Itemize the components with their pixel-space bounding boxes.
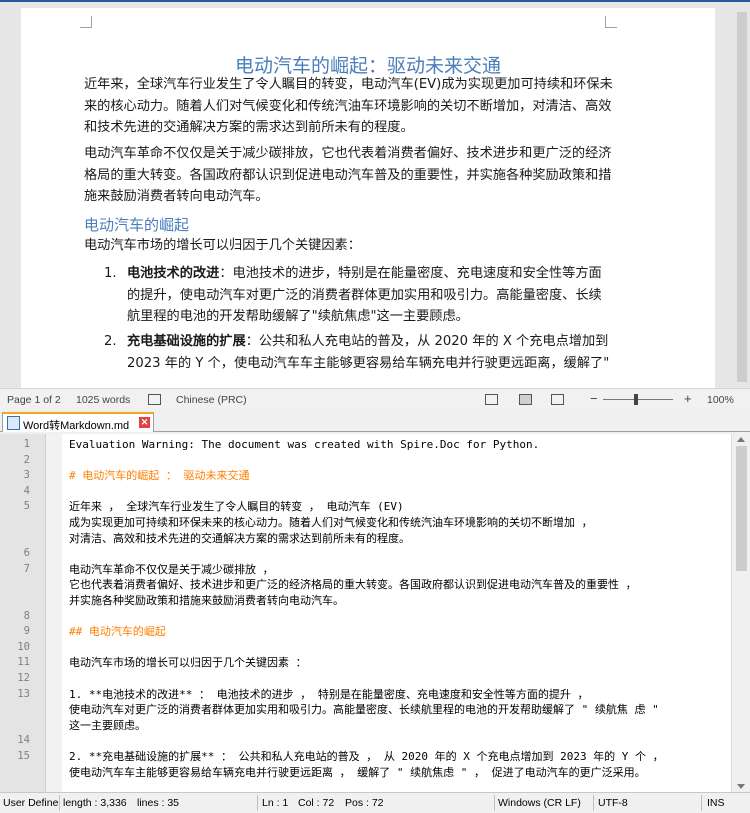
- line-number: 2: [23, 453, 30, 466]
- code-line[interactable]: 对清洁、高效和技术先进的交通解决方案的需求达到前所未有的程度。: [69, 531, 729, 547]
- document-length: length : 3,336: [63, 797, 127, 809]
- page-margin-corner-left: [80, 16, 92, 28]
- line-number: 11: [17, 656, 30, 669]
- line-number: 9: [23, 625, 30, 638]
- line-count: lines : 35: [137, 797, 180, 809]
- word-count[interactable]: 1025 words: [76, 394, 130, 406]
- code-line[interactable]: # 电动汽车的崛起 ： 驱动未来交通: [69, 468, 729, 484]
- line-number: 5: [23, 500, 30, 513]
- word-status-bar: Page 1 of 2 1025 words Chinese (PRC) − +…: [0, 388, 750, 410]
- scroll-down-icon[interactable]: [737, 784, 745, 789]
- status-separator: [701, 795, 702, 811]
- code-line[interactable]: 1. **电池技术的改进** ： 电池技术的进步 ， 特别是在能量密度、充电速度…: [69, 687, 729, 703]
- line-number: 6: [23, 547, 30, 560]
- zoom-level[interactable]: 100%: [707, 394, 734, 406]
- line-number: 15: [17, 750, 30, 762]
- line-number: 12: [17, 672, 30, 684]
- insert-mode[interactable]: INS: [707, 797, 725, 809]
- code-line[interactable]: 使电动汽车对更广泛的消费者群体更加实用和吸引力。高能量密度、长续航里程的电池的开…: [69, 702, 729, 718]
- word-document-area: 电动汽车的崛起：驱动未来交通 近年来，全球汽车行业发生了令人瞩目的转变，电动汽车…: [0, 0, 750, 388]
- code-line[interactable]: 这一主要顾虑。: [69, 718, 729, 734]
- zoom-slider-thumb[interactable]: [634, 394, 638, 405]
- cursor-position: Pos : 72: [345, 797, 384, 809]
- editor-vertical-scrollbar[interactable]: [731, 434, 750, 792]
- tab-label: Word转Markdown.md: [23, 420, 130, 432]
- line-number: 1: [23, 438, 30, 450]
- zoom-in-button[interactable]: +: [684, 391, 692, 406]
- editor-scroll-thumb[interactable]: [736, 446, 747, 571]
- word-vertical-scrollbar[interactable]: [734, 8, 750, 388]
- cursor-line: Ln : 1: [262, 797, 289, 809]
- document-paragraph-1: 近年来，全球汽车行业发生了令人瞩目的转变，电动汽车(EV)成为实现更加可持续和环…: [84, 77, 613, 135]
- list-item-number: 1.: [104, 266, 117, 281]
- word-top-border: [0, 0, 750, 2]
- line-number: 7: [23, 562, 30, 575]
- list-item-bold: 充电基础设施的扩展: [127, 334, 246, 349]
- line-number: 13: [17, 687, 30, 700]
- list-item-bold: 电池技术的改进: [127, 266, 220, 281]
- language-indicator[interactable]: Chinese (PRC): [176, 394, 247, 406]
- zoom-out-button[interactable]: −: [590, 391, 598, 406]
- proofing-icon[interactable]: [148, 394, 161, 405]
- list-item-body: 充电基础设施的扩展：公共和私人充电站的普及，从 2020 年的 X 个充电点增加…: [127, 331, 614, 374]
- web-layout-icon[interactable]: [551, 394, 564, 405]
- word-scroll-thumb[interactable]: [737, 12, 747, 382]
- line-number: 14: [17, 734, 30, 747]
- code-line[interactable]: 使电动汽车车主能够更容易给车辆充电并行驶更远距离 ， 缓解了 " 续航焦虑 " …: [69, 765, 729, 781]
- list-item-number: 2.: [104, 334, 117, 349]
- document-intro: 电动汽车市场的增长可以归因于几个关键因素：: [84, 238, 361, 253]
- code-editor[interactable]: 1 Evaluation Warning: The document was cr…: [0, 434, 750, 792]
- code-line[interactable]: 它也代表着消费者偏好、技术进步和更广泛的经济格局的重大转变。各国政府都认识到促进…: [69, 577, 729, 593]
- code-line[interactable]: Evaluation Warning: The document was cre…: [69, 437, 729, 453]
- word-page[interactable]: 电动汽车的崛起：驱动未来交通 近年来，全球汽车行业发生了令人瞩目的转变，电动汽车…: [21, 8, 715, 388]
- cursor-column: Col : 72: [298, 797, 335, 809]
- code-line[interactable]: 电动汽车革命不仅仅是关于减少碳排放 ，: [69, 562, 729, 578]
- line-number: 8: [23, 609, 30, 622]
- page-margin-corner-right: [605, 16, 617, 28]
- print-layout-icon[interactable]: [519, 394, 532, 405]
- code-line[interactable]: 2. **充电基础设施的扩展** ： 公共和私人充电站的普及 ， 从 2020 …: [69, 749, 729, 765]
- document-paragraph-2: 电动汽车革命不仅仅是关于减少碳排放，它也代表着消费者偏好、技术进步和更广泛的经济…: [84, 146, 612, 204]
- zoom-slider-track[interactable]: [603, 399, 673, 400]
- status-separator: [494, 795, 495, 811]
- code-line[interactable]: 并实施各种奖励政策和措施来鼓励消费者转向电动汽车。: [69, 593, 729, 609]
- status-separator: [59, 795, 60, 811]
- scroll-up-icon[interactable]: [737, 437, 745, 442]
- read-mode-icon[interactable]: [485, 394, 498, 405]
- file-encoding[interactable]: UTF-8: [598, 797, 628, 809]
- page-count[interactable]: Page 1 of 2: [7, 394, 61, 406]
- line-number: 3: [23, 469, 30, 482]
- editor-status-bar: User Define length : 3,336 lines : 35 Ln…: [0, 792, 750, 813]
- file-icon: [7, 416, 20, 430]
- line-ending[interactable]: Windows (CR LF): [498, 797, 581, 809]
- list-item-body: 电池技术的改进：电池技术的进步，特别是在能量密度、充电速度和安全性等方面的提升，…: [127, 263, 614, 328]
- fold-margin: [46, 434, 62, 792]
- status-separator: [593, 795, 594, 811]
- code-line[interactable]: ## 电动汽车的崛起: [69, 624, 729, 640]
- document-heading-2: 电动汽车的崛起: [84, 216, 190, 234]
- code-line[interactable]: 电动汽车市场的增长可以归因于几个关键因素 ：: [69, 655, 729, 671]
- language-mode: User Define: [3, 797, 59, 809]
- status-separator: [257, 795, 258, 811]
- code-line[interactable]: 成为实现更加可持续和环保未来的核心动力。随着人们对气候变化和传统汽油车环境影响的…: [69, 515, 729, 531]
- close-icon[interactable]: ✕: [139, 417, 150, 428]
- tab-bar: Word转Markdown.md ✕: [0, 410, 750, 432]
- notepad-window: Word转Markdown.md ✕ 1 Evaluation Warning: …: [0, 410, 750, 813]
- tab-markdown-file[interactable]: Word转Markdown.md ✕: [2, 412, 154, 432]
- code-line[interactable]: 近年来 ， 全球汽车行业发生了令人瞩目的转变 ， 电动汽车 (EV): [69, 499, 729, 515]
- line-number: 10: [17, 640, 30, 653]
- line-number: 4: [23, 484, 30, 497]
